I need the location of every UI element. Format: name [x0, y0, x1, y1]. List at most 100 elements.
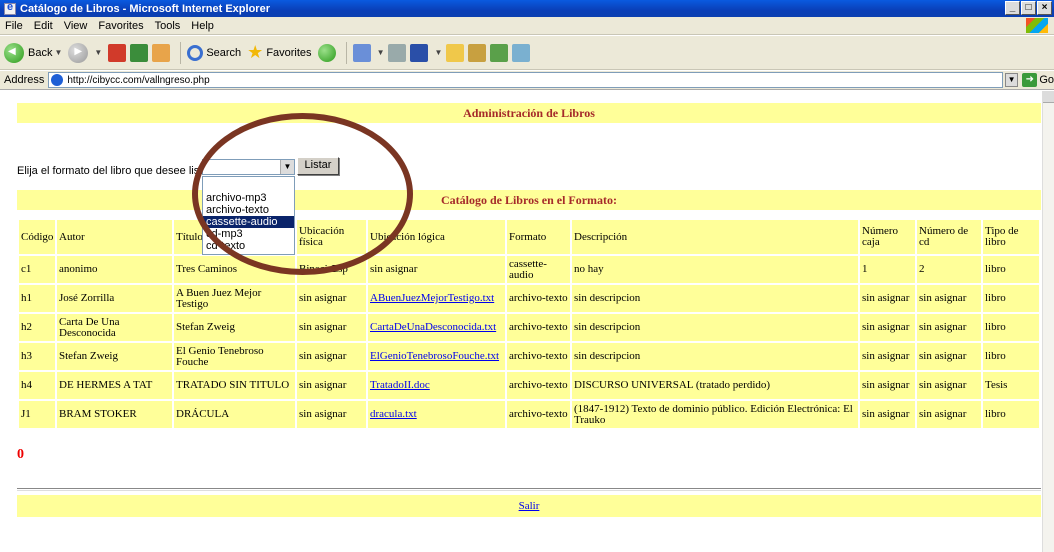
cell-autor: José Zorrilla [55, 283, 174, 314]
file-link[interactable]: TratadoII.doc [370, 379, 430, 391]
cell-formato: archivo-texto [505, 341, 572, 372]
file-link[interactable]: dracula.txt [370, 408, 417, 420]
print-icon[interactable] [388, 43, 407, 62]
history-icon[interactable] [317, 43, 336, 62]
cell-cd: sin asignar [915, 399, 983, 430]
cell-fisica: sin asignar [295, 370, 368, 401]
address-dropdown-icon[interactable]: ▼ [1004, 73, 1019, 87]
dropdown-option[interactable]: cd-mp3 [203, 228, 294, 240]
favorites-button[interactable]: ★ Favorites [247, 42, 311, 63]
table-row: J1 BRAM STOKER DRÁCULA sin asignar dracula.t… [17, 399, 1041, 430]
close-button[interactable]: × [1037, 1, 1052, 15]
cell-titulo: DRÁCULA [172, 399, 297, 430]
edit-icon[interactable] [410, 43, 429, 62]
ie-app-icon [4, 1, 16, 15]
cell-fisica: sin asignar [295, 399, 368, 430]
cell-formato: archivo-texto [505, 399, 572, 430]
window-title: Catálogo de Libros - Microsoft Internet … [20, 2, 270, 15]
search-icon [187, 44, 204, 61]
menu-tools[interactable]: Tools [155, 20, 181, 32]
cell-cd: 2 [915, 254, 983, 285]
back-button[interactable]: Back ▼ [4, 42, 62, 63]
table-row: h2 Carta De Una Desconocida Stefan Zweig si… [17, 312, 1041, 343]
col-numero-cd: Número de cd [915, 218, 983, 256]
messenger-icon[interactable] [490, 43, 509, 62]
forward-dropdown-icon[interactable]: ▼ [94, 48, 102, 57]
dropdown-option[interactable] [203, 177, 294, 192]
table-row: h1 José Zorrilla A Buen Juez Mejor Testigo… [17, 283, 1041, 314]
cell-codigo: c1 [17, 254, 57, 285]
col-codigo: Código [17, 218, 57, 256]
home-icon[interactable] [152, 43, 171, 62]
divider [17, 488, 1041, 491]
cell-logica: CartaDeUnaDesconocida.txt [366, 312, 507, 343]
dropdown-option[interactable]: cd-texto [203, 240, 294, 252]
file-link[interactable]: ABuenJuezMejorTestigo.txt [370, 292, 494, 304]
col-formato: Formato [505, 218, 572, 256]
maximize-button[interactable]: □ [1021, 1, 1036, 15]
dropdown-option[interactable]: archivo-texto [203, 204, 294, 216]
format-select[interactable]: ▼ [202, 159, 295, 175]
format-dropdown-list[interactable]: archivo-mp3 archivo-texto cassette-audio cd… [202, 176, 295, 255]
cell-codigo: h4 [17, 370, 57, 401]
menu-edit[interactable]: Edit [34, 20, 53, 32]
cell-logica: ElGenioTenebrosoFouche.txt [366, 341, 507, 372]
table-header-row: Código Autor Título Ubicación física Ubi… [17, 218, 1041, 256]
chevron-down-icon[interactable]: ▼ [280, 160, 294, 174]
listar-button[interactable]: Listar [297, 157, 339, 175]
file-link[interactable]: CartaDeUnaDesconocida.txt [370, 321, 496, 333]
cell-tipo: libro [981, 312, 1041, 343]
catalog-table: Código Autor Título Ubicación física Ubi… [17, 218, 1041, 430]
toolbar-separator [180, 41, 182, 64]
address-label: Address [4, 74, 45, 86]
dropdown-option[interactable]: cassette-audio [203, 216, 294, 228]
refresh-icon[interactable] [130, 43, 149, 62]
menu-view[interactable]: View [64, 20, 88, 32]
salir-bar: Salir [17, 495, 1041, 517]
stop-icon[interactable] [108, 43, 127, 62]
menu-help[interactable]: Help [191, 20, 214, 32]
cell-caja: sin asignar [858, 312, 917, 343]
folder-icon[interactable] [446, 43, 465, 62]
toolbar-separator [345, 41, 347, 64]
minimize-button[interactable]: _ [1005, 1, 1020, 15]
cell-fisica: sin asignar [295, 341, 368, 372]
cell-tipo: libro [981, 341, 1041, 372]
mail-dropdown-icon[interactable]: ▼ [377, 48, 385, 57]
cell-descripcion: DISCURSO UNIVERSAL (tratado perdido) [570, 370, 860, 401]
catalog-body: c1 anonimo Tres Caminos Binaci-Esp sin asign… [17, 254, 1041, 430]
cell-codigo: J1 [17, 399, 57, 430]
forward-button[interactable]: ▼ [68, 42, 102, 63]
menu-favorites[interactable]: Favorites [98, 20, 143, 32]
dropdown-option[interactable]: archivo-mp3 [203, 192, 294, 204]
go-arrow-icon: ➜ [1022, 73, 1038, 87]
search-button[interactable]: Search [187, 44, 241, 61]
mail-icon[interactable] [352, 43, 371, 62]
cell-autor: anonimo [55, 254, 174, 285]
salir-link[interactable]: Salir [519, 500, 540, 512]
cell-fisica: Binaci-Esp [295, 254, 368, 285]
cell-caja: sin asignar [858, 370, 917, 401]
cell-fisica: sin asignar [295, 283, 368, 314]
favorites-star-icon: ★ [247, 42, 264, 62]
address-input[interactable]: http://cibycc.com/vallngreso.php [48, 72, 1003, 88]
edit-dropdown-icon[interactable]: ▼ [434, 48, 442, 57]
go-label: Go [1039, 74, 1054, 86]
go-button[interactable]: ➜ Go [1022, 73, 1054, 87]
cell-cd: sin asignar [915, 341, 983, 372]
cell-cd: sin asignar [915, 370, 983, 401]
vertical-scrollbar[interactable] [1042, 91, 1054, 552]
cell-tipo: libro [981, 254, 1041, 285]
col-tipo-libro: Tipo de libro [981, 218, 1041, 256]
back-dropdown-icon[interactable]: ▼ [54, 48, 62, 57]
cell-cd: sin asignar [915, 283, 983, 314]
cell-formato: archivo-texto [505, 312, 572, 343]
col-autor: Autor [55, 218, 174, 256]
file-link[interactable]: ElGenioTenebrosoFouche.txt [370, 350, 499, 362]
cell-logica: ABuenJuezMejorTestigo.txt [366, 283, 507, 314]
research-icon[interactable] [468, 43, 487, 62]
cell-autor: Stefan Zweig [55, 341, 174, 372]
cell-logica: dracula.txt [366, 399, 507, 430]
media-icon[interactable] [512, 43, 531, 62]
menu-file[interactable]: File [5, 20, 23, 32]
